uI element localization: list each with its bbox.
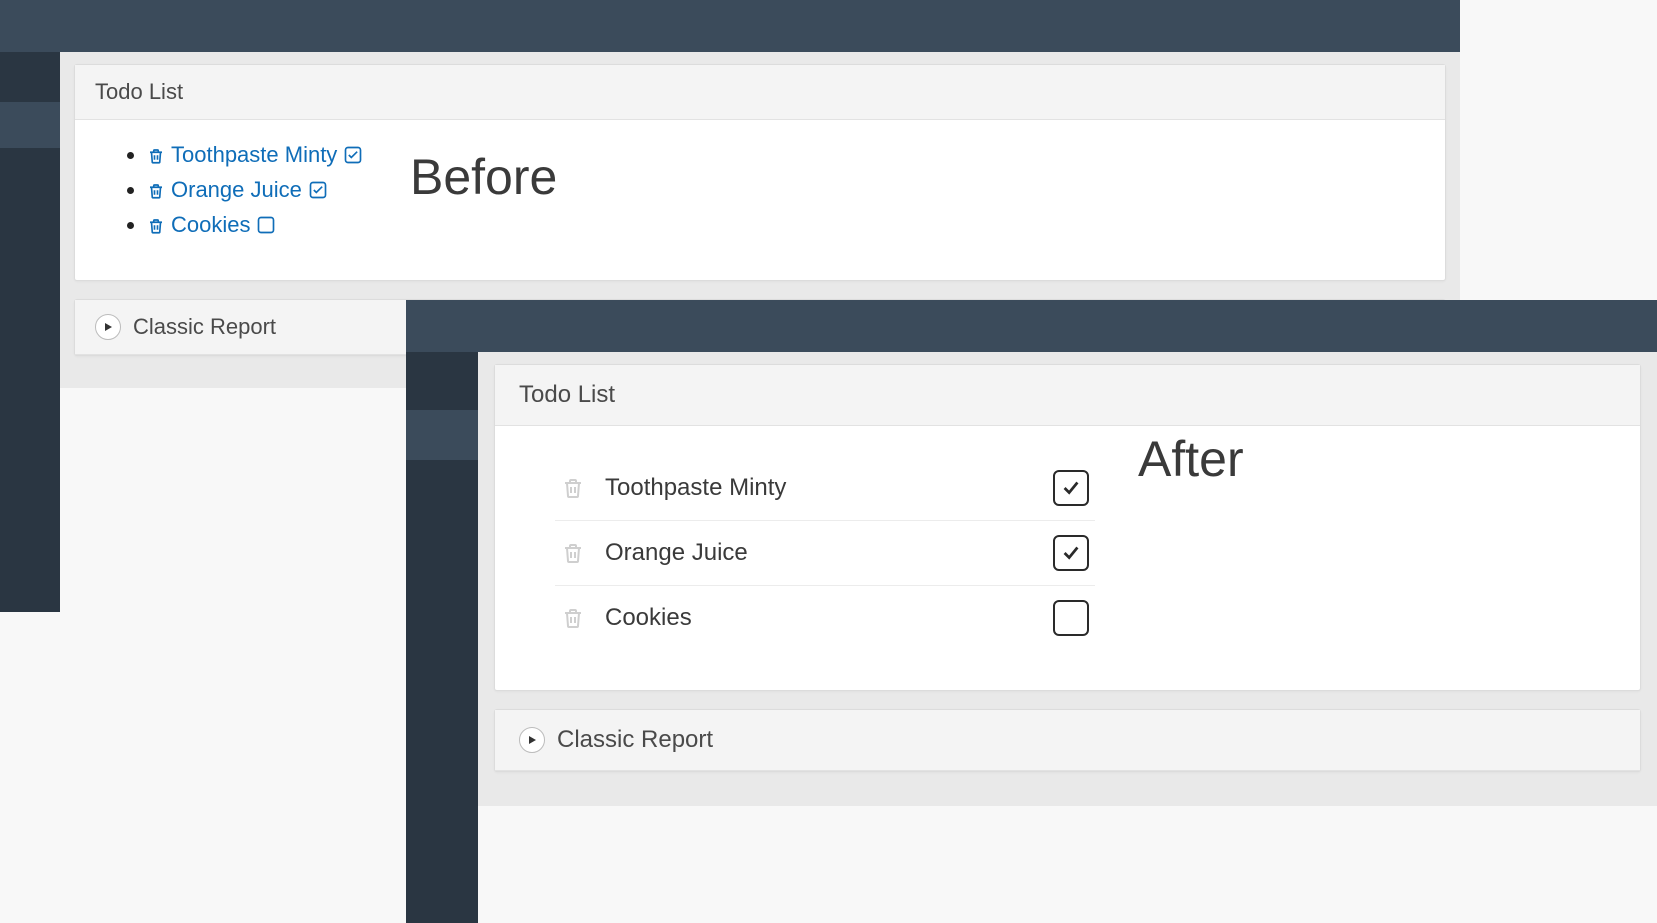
after-todo-region: Todo List Toothpaste Minty xyxy=(494,364,1641,691)
after-todo-item-label[interactable]: Orange Juice xyxy=(605,539,1033,567)
after-todo-item: Toothpaste Minty xyxy=(555,456,1095,521)
before-sidebar-item[interactable] xyxy=(0,102,60,148)
before-todo-region-title: Todo List xyxy=(95,79,183,105)
after-content-area: Todo List Toothpaste Minty xyxy=(478,352,1657,806)
after-caption: After xyxy=(1138,430,1244,488)
before-todo-item: Orange Juice xyxy=(147,173,1421,208)
after-sidebar-item[interactable] xyxy=(406,410,478,460)
before-todo-item-link[interactable]: Cookies xyxy=(171,210,250,241)
after-panel: Todo List Toothpaste Minty xyxy=(406,300,1657,923)
trash-icon[interactable] xyxy=(147,175,165,206)
checkbox-checked-icon[interactable] xyxy=(1053,535,1089,571)
after-todo-list: Toothpaste Minty xyxy=(555,456,1095,650)
before-todo-item-link[interactable]: Toothpaste Minty xyxy=(171,140,337,171)
checkbox-checked-icon[interactable] xyxy=(343,145,363,165)
before-todo-item: Toothpaste Minty xyxy=(147,138,1421,173)
after-classic-report-title: Classic Report xyxy=(557,726,713,754)
after-todo-item: Orange Juice xyxy=(555,521,1095,586)
checkbox-checked-icon[interactable] xyxy=(1053,470,1089,506)
before-todo-item: Cookies xyxy=(147,208,1421,243)
after-sidebar xyxy=(406,352,478,923)
after-todo-item-label[interactable]: Toothpaste Minty xyxy=(605,474,1033,502)
before-todo-region-header: Todo List xyxy=(75,65,1445,120)
before-topbar xyxy=(0,0,1460,52)
before-todo-list: Toothpaste Minty xyxy=(99,138,1421,242)
after-todo-region-body: Toothpaste Minty xyxy=(495,426,1640,690)
after-classic-report-region: Classic Report xyxy=(494,709,1641,772)
before-todo-item-link[interactable]: Orange Juice xyxy=(171,175,302,206)
trash-icon[interactable] xyxy=(147,210,165,241)
play-icon[interactable] xyxy=(95,314,121,340)
before-sidebar xyxy=(0,52,60,612)
trash-icon[interactable] xyxy=(561,475,585,501)
trash-icon[interactable] xyxy=(561,605,585,631)
checkbox-unchecked-icon[interactable] xyxy=(256,215,276,235)
trash-icon[interactable] xyxy=(147,140,165,171)
after-todo-region-header: Todo List xyxy=(495,365,1640,426)
before-caption: Before xyxy=(410,148,557,206)
checkbox-unchecked-icon[interactable] xyxy=(1053,600,1089,636)
play-icon[interactable] xyxy=(519,727,545,753)
after-classic-report-header[interactable]: Classic Report xyxy=(495,710,1640,771)
after-todo-item: Cookies xyxy=(555,586,1095,650)
checkbox-checked-icon[interactable] xyxy=(308,180,328,200)
after-todo-region-title: Todo List xyxy=(519,381,615,409)
after-todo-item-label[interactable]: Cookies xyxy=(605,604,1033,632)
after-topbar xyxy=(406,300,1657,352)
before-todo-region-body: Toothpaste Minty xyxy=(75,120,1445,280)
before-classic-report-title: Classic Report xyxy=(133,314,276,340)
trash-icon[interactable] xyxy=(561,540,585,566)
before-todo-region: Todo List Toothpaste Minty xyxy=(74,64,1446,281)
